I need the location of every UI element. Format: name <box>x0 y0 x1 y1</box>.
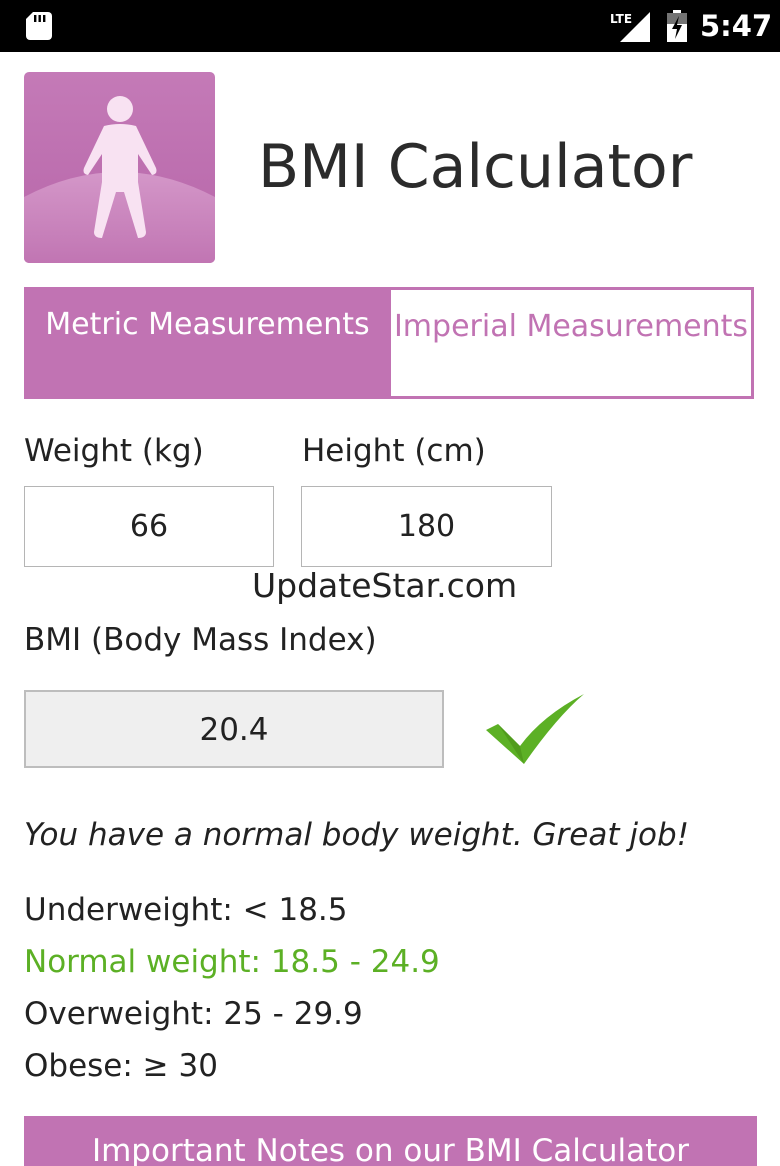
height-label: Height (cm) <box>302 433 486 469</box>
status-clock: 5:47 <box>700 9 773 43</box>
battery-charging-icon <box>667 10 687 42</box>
watermark: UpdateStar.com <box>252 566 518 605</box>
checkmark-icon <box>486 694 584 764</box>
range-underweight: Underweight: < 18.5 <box>24 892 348 928</box>
range-obese: Obese: ≥ 30 <box>24 1048 218 1084</box>
network-type-label: LTE <box>610 12 632 26</box>
person-icon <box>24 72 215 263</box>
page-title: BMI Calculator <box>258 132 693 202</box>
bmi-result-field: 20.4 <box>24 690 444 768</box>
range-overweight: Overweight: 25 - 29.9 <box>24 996 363 1032</box>
bmi-label: BMI (Body Mass Index) <box>24 622 377 658</box>
tab-imperial-measurements[interactable]: Imperial Measurements <box>391 290 751 396</box>
status-bar: LTE 5:47 <box>0 0 780 52</box>
weight-label: Weight (kg) <box>24 433 204 469</box>
app-logo <box>24 72 215 263</box>
lte-signal-icon: LTE <box>610 12 650 42</box>
result-message: You have a normal body weight. Great job… <box>24 817 690 853</box>
tab-metric-measurements[interactable]: Metric Measurements <box>24 287 391 399</box>
range-normal-weight: Normal weight: 18.5 - 24.9 <box>24 944 440 980</box>
important-notes-button[interactable]: Important Notes on our BMI Calculator <box>24 1116 757 1166</box>
height-input[interactable]: 180 <box>301 486 552 567</box>
weight-input[interactable]: 66 <box>24 486 274 567</box>
sd-card-icon <box>26 12 52 40</box>
unit-tabs: Metric Measurements Imperial Measurement… <box>24 287 754 399</box>
tab-imperial-label: Imperial Measurements <box>393 309 749 344</box>
